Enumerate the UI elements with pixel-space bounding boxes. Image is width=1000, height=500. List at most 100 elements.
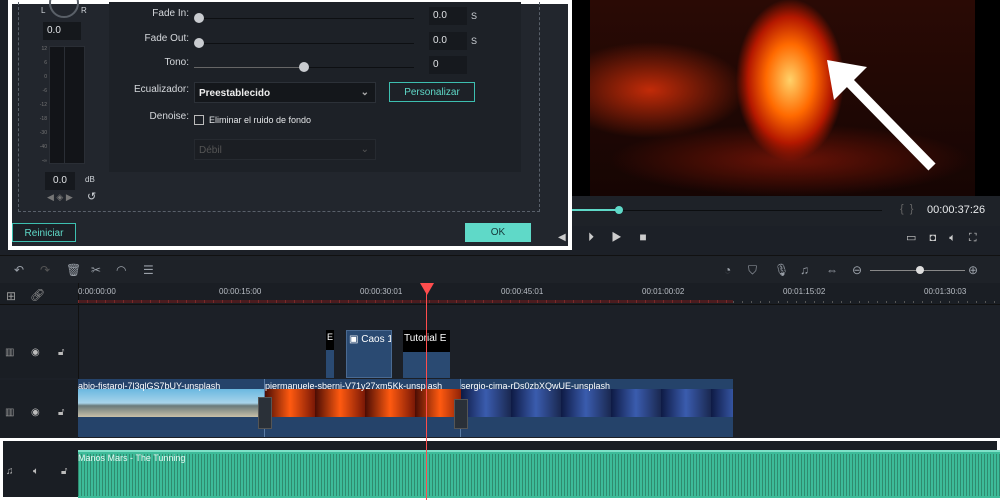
lock-icon[interactable]: 🔓︎: [58, 347, 64, 358]
reset-button[interactable]: Reiniciar: [12, 223, 76, 242]
volume-unit: dB: [85, 175, 95, 184]
mark-in-out-icons[interactable]: { }: [900, 203, 913, 215]
balance-input[interactable]: 0.0: [43, 22, 81, 40]
audio-mixer-icon[interactable]: ♫: [800, 263, 809, 277]
collapse-icon[interactable]: ◀: [558, 232, 566, 243]
render-icon[interactable]: ◔: [724, 263, 731, 277]
transition-marker[interactable]: [454, 399, 468, 429]
pitch-input[interactable]: 0: [429, 56, 467, 74]
video-track-icon: ▥: [5, 347, 15, 358]
audio-clip[interactable]: Manos Mars - The Tunning: [78, 450, 1000, 498]
audio-track: ♫ 🔈︎ 🔓︎ Manos Mars - The Tunning: [0, 438, 1000, 500]
title-clip-name: Caos 1: [361, 334, 391, 345]
marker-icon[interactable]: ⛉: [748, 263, 757, 278]
adjust-icon[interactable]: ☰: [143, 263, 154, 277]
playback-controls: ⏵ ▶ ■: [588, 230, 647, 245]
fade-out-label: Fade Out:: [144, 33, 189, 44]
denoise-checkbox-label[interactable]: Eliminar el ruido de fondo: [209, 115, 311, 125]
meter-scale-label: 6: [44, 60, 47, 66]
pitch-slider[interactable]: [194, 62, 414, 72]
volume-icon[interactable]: 🔈︎: [949, 232, 956, 244]
render-settings-icon[interactable]: ▭: [906, 232, 916, 244]
zoom-out-icon[interactable]: ⊖: [852, 263, 862, 277]
lock-icon[interactable]: 🔓︎: [61, 466, 67, 477]
snapshot-icon[interactable]: ◘: [929, 232, 936, 244]
pitch-label: Tono:: [164, 57, 189, 68]
fade-in-unit: S: [471, 11, 478, 21]
denoise-checkbox[interactable]: [194, 115, 204, 125]
video-track-clips: abio-fistarol-7l3qlGS7bUY-unsplash pierm…: [78, 379, 733, 437]
stop-icon[interactable]: ■: [639, 230, 646, 244]
settings-panel: Fade In: 0.0 S Fade Out: 0.0 S Tono: 0 E…: [109, 2, 521, 172]
preview-tools: ▭ ◘ 🔈︎ ⛶: [906, 231, 977, 245]
link-icon[interactable]: 🔗︎: [30, 288, 45, 302]
audio-waveform: [78, 454, 1000, 496]
cut-icon[interactable]: ✂: [91, 263, 101, 277]
ruler-tick-label: 00:01:15:02: [783, 287, 826, 296]
meter-scale: 12 6 0 -6 -12 -18 -30 -40 -∞: [33, 46, 47, 164]
chevron-down-icon: ⌄: [360, 144, 369, 155]
playhead-handle[interactable]: [420, 283, 434, 295]
track-header-video: ▥ ◉ 🔓︎: [0, 380, 78, 438]
ruler-tick-label: 00:01:30:03: [924, 287, 967, 296]
audio-settings-dialog: L R 0.0 12 6 0 -6 -12 -18 -30 -40 -∞ 0.0 dB ◀ ◈ …: [8, 0, 572, 250]
undo-icon[interactable]: ↶: [14, 263, 24, 277]
delete-icon[interactable]: 🗑︎: [66, 263, 81, 277]
add-track-icon[interactable]: ⊞: [6, 289, 16, 303]
progress-handle[interactable]: [614, 206, 623, 214]
fit-icon[interactable]: ⇔: [826, 263, 838, 277]
audio-clip-name: Manos Mars - The Tunning: [78, 453, 186, 463]
balance-knob[interactable]: [49, 0, 79, 18]
fullscreen-icon[interactable]: ⛶: [969, 232, 977, 244]
mic-icon[interactable]: 🎙︎: [774, 263, 789, 277]
meter-scale-label: 0: [44, 74, 47, 80]
customize-button[interactable]: Personalizar: [389, 82, 475, 102]
speed-icon[interactable]: ◠: [116, 263, 126, 277]
redo-icon[interactable]: ↷: [40, 263, 50, 277]
music-track-icon: ♫: [6, 466, 14, 477]
fade-out-unit: S: [471, 36, 478, 46]
video-clip[interactable]: piermanuele-sberni-V71y27xm5Kk-unsplash: [265, 379, 461, 437]
speaker-icon[interactable]: 🔈︎: [33, 466, 39, 477]
volume-meter: [49, 46, 85, 164]
timecode: 00:00:37:26: [927, 204, 986, 216]
fade-in-input[interactable]: 0.0: [429, 7, 467, 25]
title-clip[interactable]: E: [326, 330, 334, 378]
equalizer-label: Ecualizador:: [133, 84, 189, 95]
equalizer-dropdown[interactable]: Preestablecido ⌄: [194, 82, 376, 103]
eye-icon[interactable]: ◉: [31, 347, 40, 358]
denoise-level-dropdown[interactable]: Débil ⌄: [194, 139, 376, 160]
transition-marker[interactable]: [258, 397, 272, 429]
track-header-title: ▥ ◉ 🔓︎: [0, 330, 78, 378]
ruler-tick-label: 00:00:15:00: [219, 287, 262, 296]
keyframe-nav-icons[interactable]: ◀ ◈ ▶: [47, 192, 73, 203]
fade-out-slider[interactable]: [194, 38, 414, 48]
ruler-tick-label: 00:00:45:01: [501, 287, 544, 296]
play-icon[interactable]: ▶: [611, 230, 622, 244]
eye-icon[interactable]: ◉: [31, 407, 40, 418]
ruler-tick-label: 00:01:00:02: [642, 287, 685, 296]
chevron-down-icon: ⌄: [360, 87, 369, 98]
fade-out-input[interactable]: 0.0: [429, 32, 467, 50]
playhead-line: [426, 283, 427, 500]
volume-input[interactable]: 0.0: [45, 172, 75, 190]
arrow-annotation: [827, 60, 936, 171]
fade-in-label: Fade In:: [152, 8, 189, 19]
fade-in-slider[interactable]: [194, 13, 414, 23]
timeline-ruler[interactable]: [0, 283, 1000, 498]
zoom-slider[interactable]: [870, 266, 965, 274]
progress-fill: [572, 209, 619, 211]
video-clip[interactable]: sergio-cima-rDs0zbXQwUE-unsplash: [461, 379, 733, 437]
ok-button[interactable]: OK: [465, 223, 531, 242]
zoom-in-icon[interactable]: ⊕: [968, 263, 978, 277]
meter-scale-label: -40: [39, 144, 47, 150]
title-clip[interactable]: ▣ Caos 1: [346, 330, 392, 378]
meter-scale-label: 12: [41, 46, 47, 52]
denoise-label: Denoise:: [149, 111, 189, 122]
meter-scale-label: -30: [39, 130, 47, 136]
video-clip[interactable]: abio-fistarol-7l3qlGS7bUY-unsplash: [78, 379, 265, 437]
balance-left-label: L: [41, 6, 46, 15]
lock-icon[interactable]: 🔓︎: [58, 407, 64, 418]
step-play-icon[interactable]: ⏵: [588, 230, 594, 244]
reset-volume-icon[interactable]: ↺: [87, 190, 96, 203]
